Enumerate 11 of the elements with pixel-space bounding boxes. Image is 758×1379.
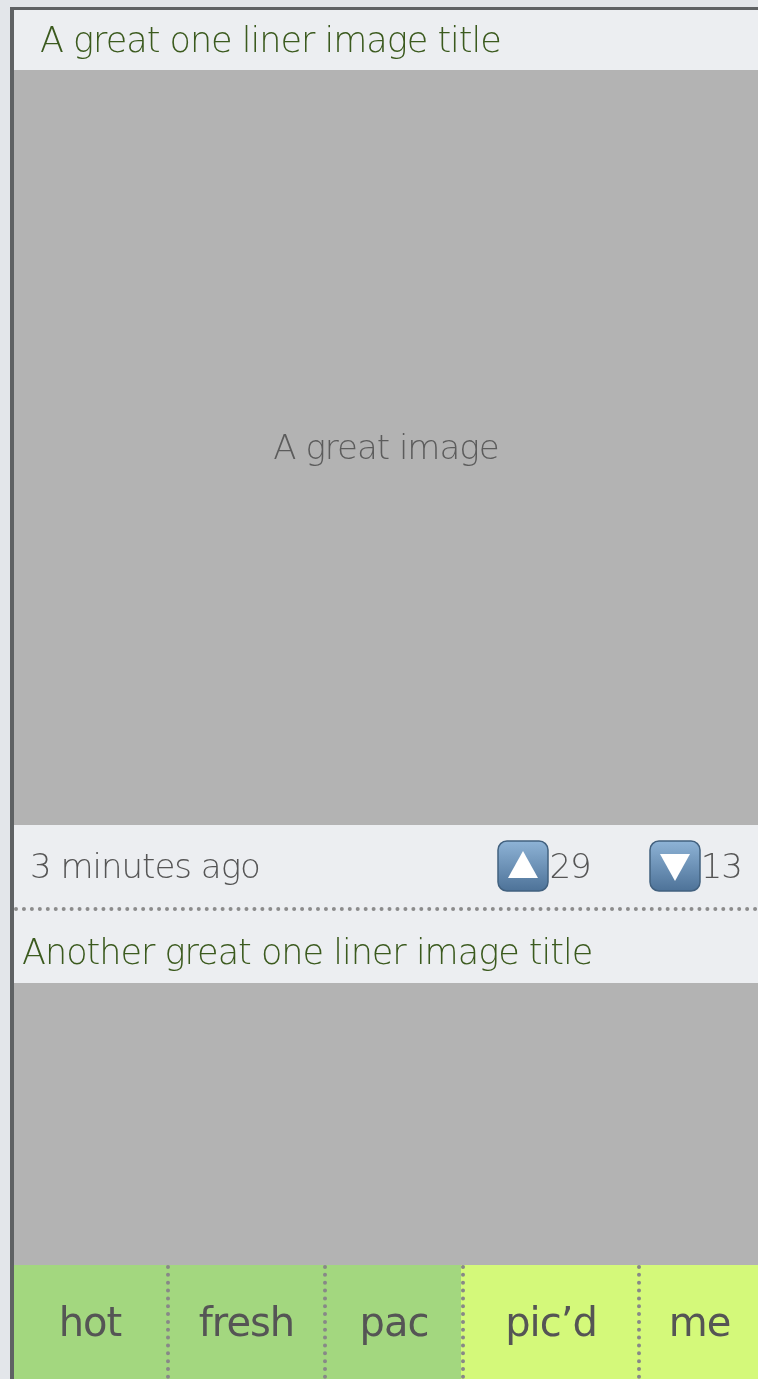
nav-tab[interactable]: hot xyxy=(14,1265,166,1379)
nav-tab[interactable]: pic’d xyxy=(461,1265,637,1379)
post-title: Another great one liner image title xyxy=(21,931,594,974)
upvote-count: 29 xyxy=(549,844,591,888)
post-time: 3 minutes ago xyxy=(30,844,260,888)
nav-tab[interactable]: fresh xyxy=(166,1265,323,1379)
image-label: A great image xyxy=(273,426,499,469)
nav-tab[interactable]: me xyxy=(637,1265,758,1379)
post-title: A great one liner image title xyxy=(39,19,502,62)
nav-tab[interactable]: pac xyxy=(323,1265,461,1379)
downvote-count: 13 xyxy=(700,844,742,888)
